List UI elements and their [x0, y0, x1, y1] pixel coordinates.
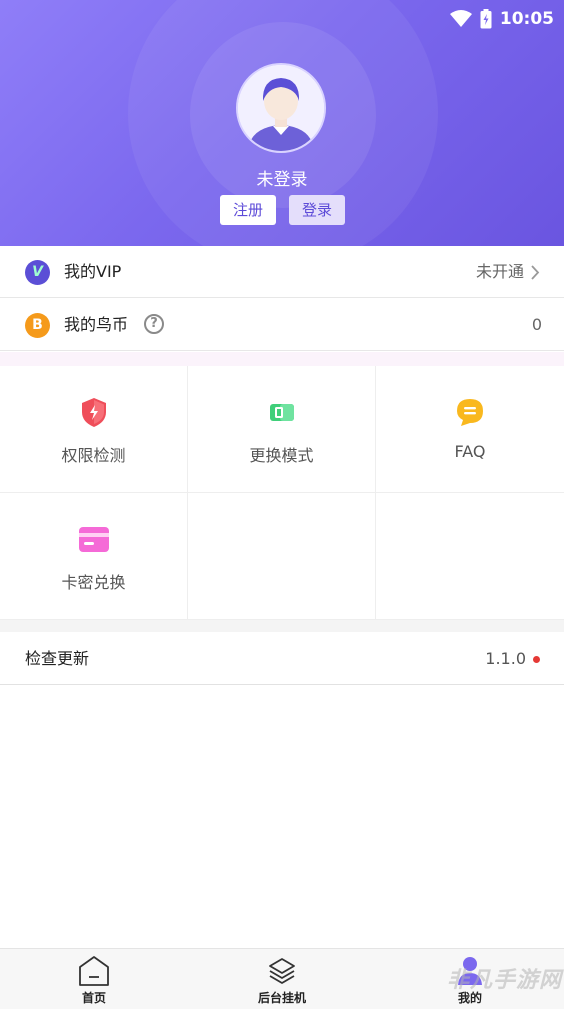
coin-icon: B — [25, 313, 50, 338]
status-time: 10:05 — [499, 9, 554, 29]
avatar[interactable] — [236, 63, 326, 153]
chevron-right-icon — [531, 265, 540, 280]
feature-label: 卡密兑换 — [61, 573, 126, 592]
vip-status: 未开通 — [475, 262, 524, 281]
feature-faq[interactable]: FAQ — [376, 366, 564, 493]
feature-grid: 权限检测 更换模式 FAQ 卡密兑换 — [0, 366, 564, 620]
watermark: 非凡手游网 — [446, 968, 562, 993]
coins-row[interactable]: B 我的鸟币 ? 0 — [0, 299, 564, 351]
check-update-row[interactable]: 检查更新 1.1.0 — [0, 632, 564, 685]
shield-icon — [82, 398, 106, 427]
login-status-text: 未登录 — [256, 170, 308, 190]
coin-icon-letter: B — [32, 317, 43, 333]
feature-permission-check[interactable]: 权限检测 — [0, 366, 188, 493]
wifi-icon — [449, 10, 472, 27]
card-icon — [79, 527, 109, 552]
switch-mode-icon — [270, 404, 294, 421]
vip-label: 我的VIP — [64, 262, 122, 281]
section-gap — [0, 620, 564, 632]
nav-label: 首页 — [81, 991, 106, 1005]
version-text: 1.1.0 — [485, 649, 526, 668]
vip-icon-letter: V — [32, 264, 43, 280]
feature-label: 权限检测 — [61, 446, 126, 465]
nav-item-home[interactable]: 首页 — [0, 949, 188, 1010]
nav-item-background[interactable]: 后台挂机 — [188, 949, 376, 1010]
grid-empty-cell — [376, 493, 564, 620]
update-dot-icon — [533, 656, 540, 663]
register-button[interactable]: 注册 — [220, 195, 276, 225]
layers-icon — [269, 958, 295, 984]
coins-value: 0 — [531, 315, 542, 334]
battery-icon — [480, 9, 492, 29]
feature-label: 更换模式 — [249, 446, 314, 465]
help-icon[interactable]: ? — [144, 314, 164, 334]
vip-icon: V — [25, 260, 50, 285]
feature-card-redeem[interactable]: 卡密兑换 — [0, 493, 188, 620]
feature-switch-mode[interactable]: 更换模式 — [188, 366, 376, 493]
check-update-label: 检查更新 — [25, 649, 90, 668]
section-divider — [0, 352, 564, 366]
home-icon — [79, 956, 109, 986]
feature-label: FAQ — [454, 442, 486, 461]
nav-label: 后台挂机 — [257, 991, 306, 1005]
coins-label: 我的鸟币 — [64, 315, 129, 334]
default-avatar-icon — [238, 65, 324, 151]
vip-row[interactable]: V 我的VIP 未开通 — [0, 246, 564, 298]
profile-header: 10:05 未登录 注册 登录 — [0, 0, 564, 246]
chat-bubble-icon — [457, 399, 483, 426]
grid-empty-cell — [188, 493, 376, 620]
login-button[interactable]: 登录 — [289, 195, 345, 225]
status-bar: 10:05 — [449, 6, 554, 32]
